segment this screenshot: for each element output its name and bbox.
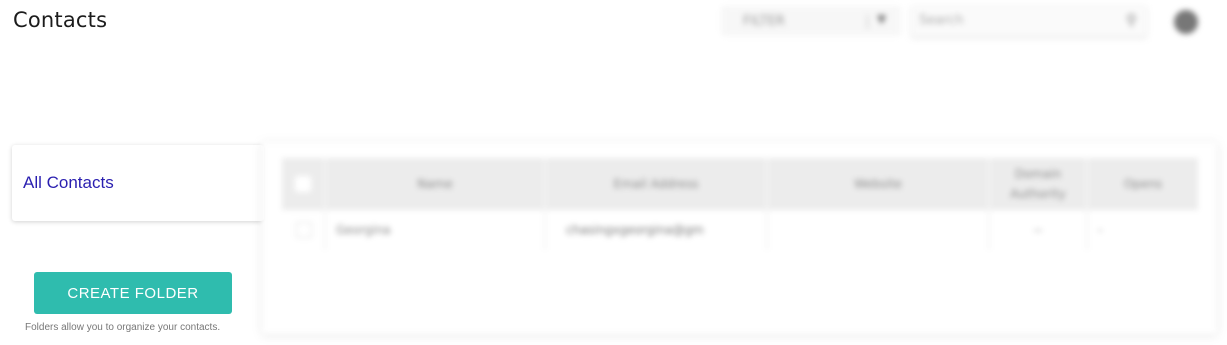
column-header-opens[interactable]: Opens [1088, 158, 1198, 210]
search-placeholder: Search [919, 13, 964, 28]
user-avatar-icon[interactable] [1174, 10, 1198, 34]
cell-email: chasingxgeorgina@gm [546, 210, 768, 250]
row-checkbox[interactable] [282, 210, 326, 250]
search-input[interactable]: Search ⚲ [911, 5, 1147, 37]
filter-separator [867, 15, 868, 29]
filter-label: FILTER [743, 14, 785, 29]
folder-item-all-contacts[interactable]: All Contacts [23, 173, 114, 193]
cell-website [768, 210, 990, 250]
filter-dropdown[interactable]: FILTER ▼ [721, 6, 901, 36]
column-header-name[interactable]: Name [326, 158, 546, 210]
cell-name: Georgina [326, 210, 546, 250]
column-header-email[interactable]: Email Address [546, 158, 768, 210]
select-all-checkbox[interactable] [282, 158, 326, 210]
folder-list: All Contacts [12, 145, 264, 221]
column-header-domain-authority[interactable]: Domain Authority [990, 158, 1088, 210]
cell-domain-authority: -- [990, 210, 1088, 250]
page-title: Contacts [13, 8, 108, 32]
cell-opens: - [1098, 223, 1103, 237]
column-header-website[interactable]: Website [768, 158, 990, 210]
create-folder-button[interactable]: CREATE FOLDER [34, 272, 232, 314]
table-header: Name Email Address Website Domain Author… [282, 158, 1198, 210]
folder-hint: Folders allow you to organize your conta… [25, 322, 221, 333]
chevron-down-icon: ▼ [877, 12, 887, 26]
table-row[interactable]: Georgina chasingxgeorgina@gm -- - [282, 210, 1198, 250]
search-icon[interactable]: ⚲ [1126, 11, 1137, 29]
top-controls: FILTER ▼ Search ⚲ [707, 0, 1227, 44]
contacts-table: Name Email Address Website Domain Author… [262, 142, 1217, 334]
